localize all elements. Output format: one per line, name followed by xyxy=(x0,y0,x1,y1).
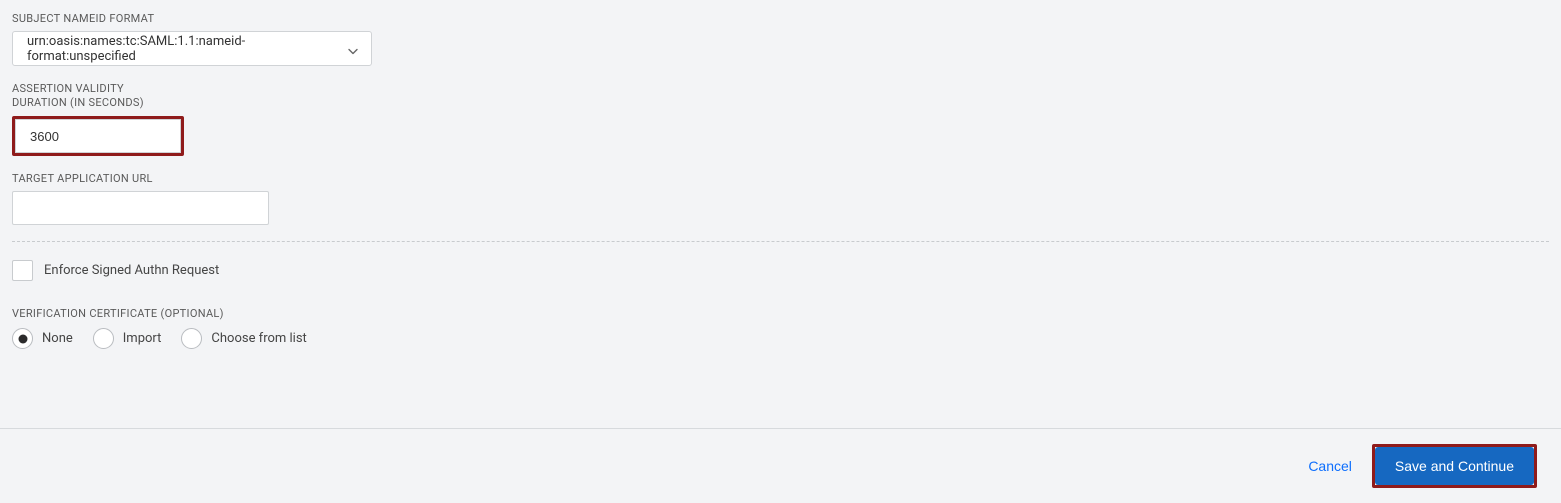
radio-import[interactable] xyxy=(93,328,114,349)
section-divider xyxy=(12,241,1549,242)
verification-cert-label: VERIFICATION CERTIFICATE (OPTIONAL) xyxy=(12,307,1549,320)
verification-cert-radios: None Import Choose from list xyxy=(12,328,1549,349)
subject-nameid-format-label: SUBJECT NAMEID FORMAT xyxy=(12,12,1549,25)
enforce-signed-label: Enforce Signed Authn Request xyxy=(44,263,219,278)
radio-item-none[interactable]: None xyxy=(12,328,73,349)
radio-item-import[interactable]: Import xyxy=(93,328,162,349)
enforce-signed-row: Enforce Signed Authn Request xyxy=(12,260,1549,281)
radio-import-label: Import xyxy=(123,331,162,346)
radio-choose[interactable] xyxy=(181,328,202,349)
cancel-button[interactable]: Cancel xyxy=(1308,458,1352,474)
assertion-validity-input[interactable] xyxy=(15,119,181,153)
radio-none[interactable] xyxy=(12,328,33,349)
radio-none-label: None xyxy=(42,331,73,346)
subject-nameid-format-group: SUBJECT NAMEID FORMAT urn:oasis:names:tc… xyxy=(12,12,1549,66)
footer-bar: Cancel Save and Continue xyxy=(0,428,1561,503)
assertion-validity-label: ASSERTION VALIDITY DURATION (IN SECONDS) xyxy=(12,82,1549,110)
subject-nameid-format-select[interactable]: urn:oasis:names:tc:SAML:1.1:nameid-forma… xyxy=(12,31,372,66)
save-and-continue-button[interactable]: Save and Continue xyxy=(1375,447,1534,485)
target-url-input[interactable] xyxy=(12,191,269,225)
target-url-group: TARGET APPLICATION URL xyxy=(12,172,1549,225)
radio-item-choose[interactable]: Choose from list xyxy=(181,328,306,349)
save-button-highlight: Save and Continue xyxy=(1372,444,1537,488)
verification-cert-group: VERIFICATION CERTIFICATE (OPTIONAL) None… xyxy=(12,307,1549,349)
radio-choose-label: Choose from list xyxy=(211,331,306,346)
target-url-label: TARGET APPLICATION URL xyxy=(12,172,1549,185)
assertion-validity-highlight xyxy=(12,116,184,156)
subject-nameid-format-value: urn:oasis:names:tc:SAML:1.1:nameid-forma… xyxy=(27,34,335,64)
assertion-validity-group: ASSERTION VALIDITY DURATION (IN SECONDS) xyxy=(12,82,1549,156)
enforce-signed-checkbox[interactable] xyxy=(12,260,33,281)
